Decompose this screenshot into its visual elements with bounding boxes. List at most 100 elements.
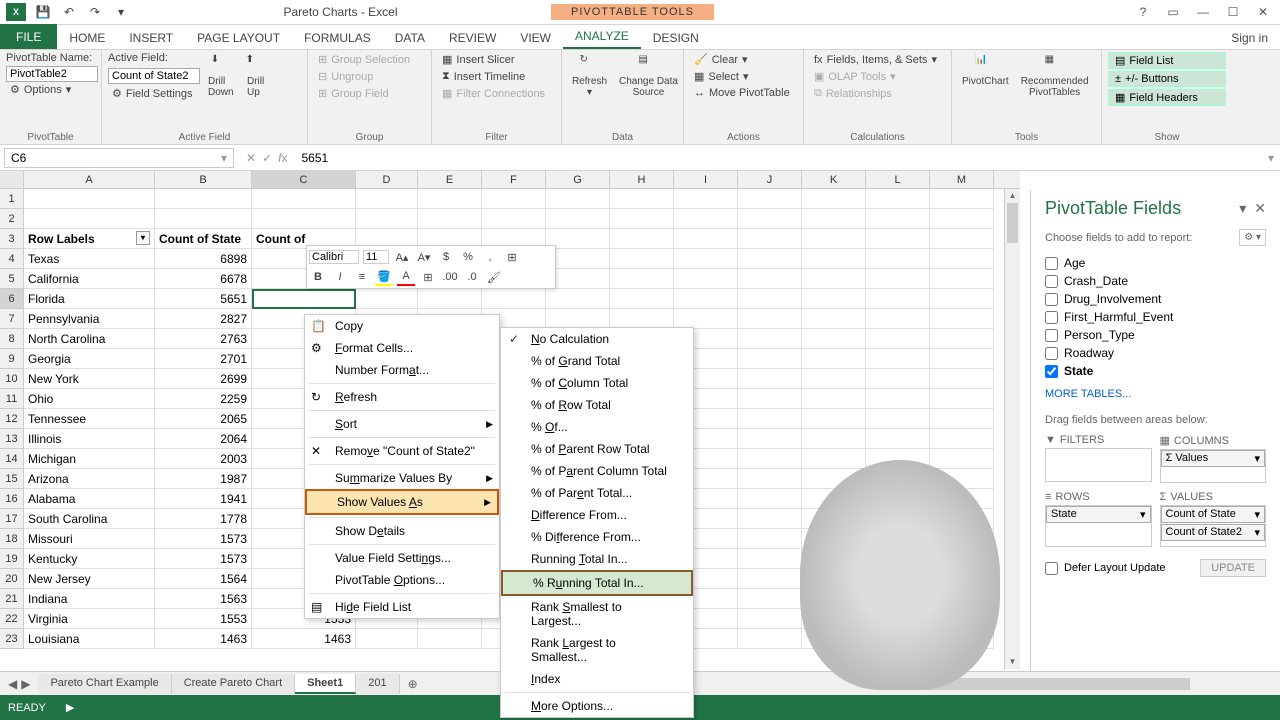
row-labels-filter-icon[interactable]: ▾ <box>136 231 150 245</box>
cell-D2[interactable] <box>356 209 418 229</box>
cell-K7[interactable] <box>802 309 866 329</box>
sv-difference-from[interactable]: Difference From... <box>501 504 693 526</box>
cell-H3[interactable] <box>610 229 674 249</box>
decrease-decimal-icon[interactable]: .0 <box>463 268 481 286</box>
field-age[interactable]: Age <box>1045 254 1266 272</box>
cell-C6[interactable] <box>252 289 356 309</box>
cell-A9[interactable]: Georgia <box>24 349 155 369</box>
cell-J4[interactable] <box>738 249 802 269</box>
cell-H4[interactable] <box>610 249 674 269</box>
sv-no-calculation[interactable]: ✓No Calculation <box>501 328 693 350</box>
tab-data[interactable]: DATA <box>383 27 437 49</box>
cell-L9[interactable] <box>866 349 930 369</box>
tab-review[interactable]: REVIEW <box>437 27 508 49</box>
cell-B2[interactable] <box>155 209 252 229</box>
cell-H5[interactable] <box>610 269 674 289</box>
maximize-icon[interactable]: ☐ <box>1224 3 1242 21</box>
cell-L7[interactable] <box>866 309 930 329</box>
row-header-5[interactable]: 5 <box>0 269 24 289</box>
sv-column-total[interactable]: % of Column Total <box>501 372 693 394</box>
cell-H1[interactable] <box>610 189 674 209</box>
cell-M13[interactable] <box>930 429 994 449</box>
more-tables-link[interactable]: MORE TABLES... <box>1045 388 1266 400</box>
values-area[interactable]: Count of State▾ Count of State2▾ <box>1160 505 1267 547</box>
col-header-D[interactable]: D <box>356 171 418 188</box>
minimize-icon[interactable]: — <box>1194 3 1212 21</box>
cell-A6[interactable]: Florida <box>24 289 155 309</box>
drill-up-button[interactable]: ⬆Drill Up <box>242 52 270 100</box>
cell-B21[interactable]: 1563 <box>155 589 252 609</box>
format-painter-icon[interactable]: 🖌 <box>485 268 503 286</box>
plus-minus-toggle[interactable]: ±+/- Buttons <box>1108 71 1226 87</box>
ctx-hide-field-list[interactable]: ▤Hide Field List <box>305 596 499 618</box>
macro-icon[interactable]: ▶ <box>66 701 74 714</box>
cell-J1[interactable] <box>738 189 802 209</box>
tab-file[interactable]: FILE <box>0 24 57 49</box>
sv-rank-largest[interactable]: Rank Largest to Smallest... <box>501 632 693 668</box>
cell-A19[interactable]: Kentucky <box>24 549 155 569</box>
active-field-input[interactable] <box>108 68 200 84</box>
cell-K13[interactable] <box>802 429 866 449</box>
field-state[interactable]: State <box>1045 362 1266 380</box>
clear-button[interactable]: 🧹Clear ▾ <box>690 52 797 67</box>
italic-icon[interactable]: I <box>331 268 349 286</box>
cell-L3[interactable] <box>866 229 930 249</box>
sv-rank-smallest[interactable]: Rank Smallest to Largest... <box>501 596 693 632</box>
cell-B10[interactable]: 2699 <box>155 369 252 389</box>
cell-J7[interactable] <box>738 309 802 329</box>
cell-M14[interactable] <box>930 449 994 469</box>
borders-icon[interactable]: ⊞ <box>503 248 521 266</box>
ctx-refresh[interactable]: ↻Refresh <box>305 386 499 408</box>
row-header-7[interactable]: 7 <box>0 309 24 329</box>
cell-B14[interactable]: 2003 <box>155 449 252 469</box>
cell-J6[interactable] <box>738 289 802 309</box>
options-button[interactable]: ⚙Options ▾ <box>6 82 95 97</box>
cell-J17[interactable] <box>738 509 802 529</box>
cell-K2[interactable] <box>802 209 866 229</box>
row-header-11[interactable]: 11 <box>0 389 24 409</box>
pt-name-input[interactable] <box>6 66 98 82</box>
row-header-21[interactable]: 21 <box>0 589 24 609</box>
refresh-button[interactable]: ↻Refresh▾ <box>568 52 611 100</box>
cell-A3[interactable]: Row Labels▾ <box>24 229 155 249</box>
row-header-6[interactable]: 6 <box>0 289 24 309</box>
sheet-tab-create-pareto-chart[interactable]: Create Pareto Chart <box>172 674 295 694</box>
col-header-L[interactable]: L <box>866 171 930 188</box>
cell-J10[interactable] <box>738 369 802 389</box>
filters-area[interactable] <box>1045 448 1152 482</box>
cell-L11[interactable] <box>866 389 930 409</box>
cell-J15[interactable] <box>738 469 802 489</box>
cell-D23[interactable] <box>356 629 418 649</box>
cell-K11[interactable] <box>802 389 866 409</box>
cell-L10[interactable] <box>866 369 930 389</box>
cell-J21[interactable] <box>738 589 802 609</box>
cell-K14[interactable] <box>802 449 866 469</box>
tab-design[interactable]: DESIGN <box>641 27 711 49</box>
sheet-nav-prev-icon[interactable]: ◀ <box>8 677 17 691</box>
cell-G7[interactable] <box>546 309 610 329</box>
border-icon[interactable]: ⊞ <box>419 268 437 286</box>
cell-M8[interactable] <box>930 329 994 349</box>
increase-font-icon[interactable]: A▴ <box>393 248 411 266</box>
formula-input[interactable] <box>295 149 1268 167</box>
tab-analyze[interactable]: ANALYZE <box>563 25 641 49</box>
defer-layout-checkbox[interactable] <box>1045 562 1058 575</box>
cell-A15[interactable]: Arizona <box>24 469 155 489</box>
cell-J13[interactable] <box>738 429 802 449</box>
ctx>value-field-settings[interactable]: Value Field Settings... <box>305 547 499 569</box>
group-field-button[interactable]: ⊞Group Field <box>314 86 425 101</box>
cell-B22[interactable]: 1553 <box>155 609 252 629</box>
ctx-remove[interactable]: ✕Remove "Count of State2" <box>305 440 499 462</box>
col-header-J[interactable]: J <box>738 171 802 188</box>
fill-color-icon[interactable]: 🪣 <box>375 268 393 286</box>
cell-B3[interactable]: Count of State <box>155 229 252 249</box>
cell-M12[interactable] <box>930 409 994 429</box>
cell-A21[interactable]: Indiana <box>24 589 155 609</box>
fx-icon[interactable]: fx <box>278 151 287 165</box>
row-header-23[interactable]: 23 <box>0 629 24 649</box>
cell-F1[interactable] <box>482 189 546 209</box>
sv-pct-running-total[interactable]: % Running Total In... <box>501 570 693 596</box>
ctx-summarize[interactable]: Summarize Values By▶ <box>305 467 499 489</box>
ctx-number-format[interactable]: Number Format... <box>305 359 499 381</box>
change-data-source-button[interactable]: ▤Change Data Source <box>615 52 682 100</box>
